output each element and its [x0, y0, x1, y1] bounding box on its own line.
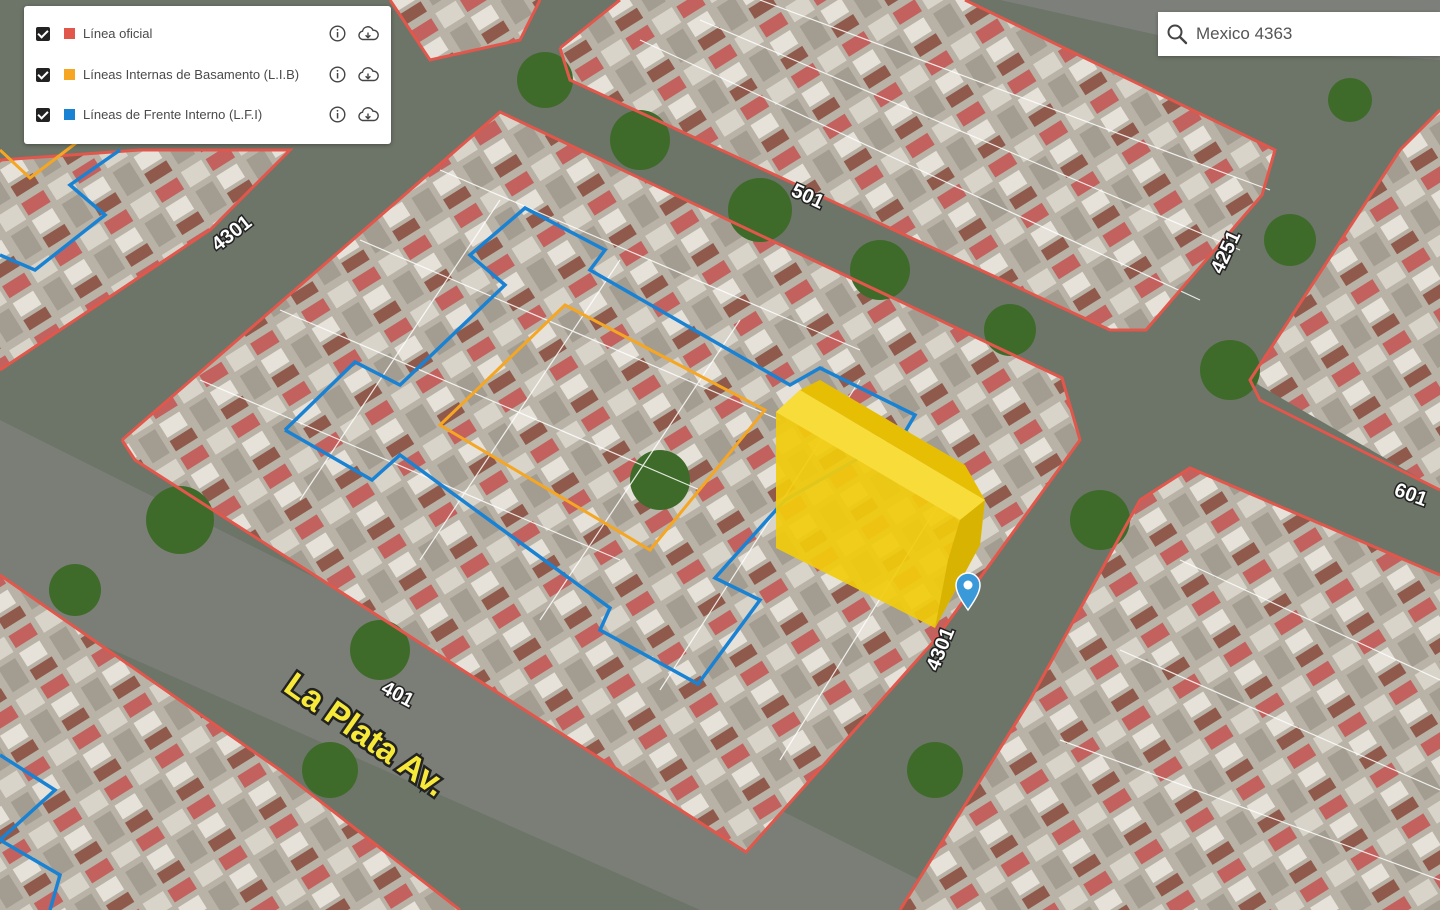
layer-checkbox[interactable] — [36, 108, 50, 122]
cloud-download-icon[interactable] — [357, 25, 379, 42]
info-icon[interactable] — [329, 66, 346, 83]
layer-label: Líneas de Frente Interno (L.F.I) — [83, 107, 263, 122]
layers-panel: Línea oficial Líneas Internas de Basamen… — [24, 6, 391, 144]
search-icon[interactable] — [1166, 23, 1188, 45]
search-input[interactable] — [1196, 21, 1426, 47]
layer-label: Línea oficial — [83, 26, 153, 41]
layer-row-lineas-internas-basamento: Líneas Internas de Basamento (L.I.B) — [24, 60, 391, 90]
layer-label: Líneas Internas de Basamento (L.I.B) — [83, 67, 300, 82]
cloud-download-icon[interactable] — [357, 106, 379, 123]
cloud-download-icon[interactable] — [357, 66, 379, 83]
info-icon[interactable] — [329, 25, 346, 42]
layer-row-lineas-frente-interno: Líneas de Frente Interno (L.F.I) — [24, 100, 391, 130]
layer-row-linea-oficial: Línea oficial — [24, 19, 391, 49]
layer-color-swatch — [64, 109, 75, 120]
layer-color-swatch — [64, 28, 75, 39]
layer-checkbox[interactable] — [36, 27, 50, 41]
layer-color-swatch — [64, 69, 75, 80]
search-box — [1158, 12, 1440, 56]
info-icon[interactable] — [329, 106, 346, 123]
layer-checkbox[interactable] — [36, 68, 50, 82]
